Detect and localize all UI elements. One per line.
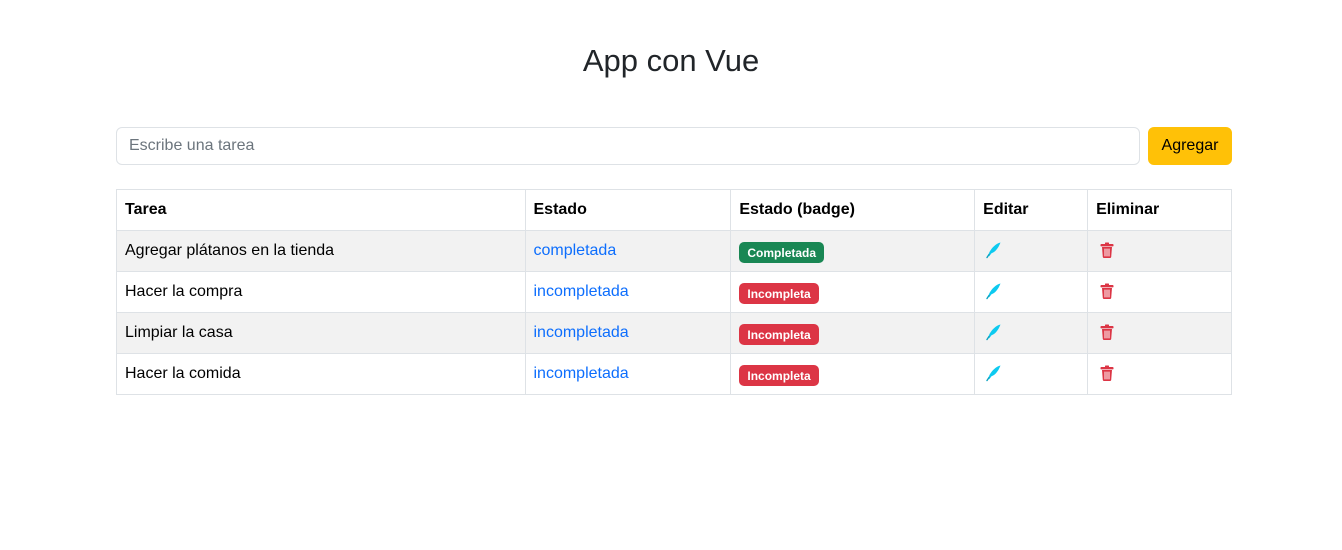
add-task-form: Agregar [116,127,1232,165]
feather-pen-icon[interactable] [984,322,1004,342]
table-row: Agregar plátanos en la tienda completada… [116,230,1232,272]
table-row: Limpiar la casa incompletada Incompleta [116,312,1232,354]
add-task-button[interactable]: Agregar [1148,127,1232,165]
task-name: Hacer la comida [116,353,526,395]
trash-icon[interactable] [1097,363,1117,383]
status-toggle-link[interactable]: incompletada [534,283,629,300]
task-name: Limpiar la casa [116,312,526,354]
header-tarea: Tarea [116,189,526,231]
task-input[interactable] [116,127,1140,165]
header-eliminar: Eliminar [1087,189,1232,231]
page-title: App con Vue [582,43,760,78]
table-header-row: Tarea Estado Estado (badge) Editar Elimi… [116,189,1232,231]
status-toggle-link[interactable]: incompletada [534,324,629,341]
feather-pen-icon[interactable] [984,281,1004,301]
feather-pen-icon[interactable] [984,240,1004,260]
header-estado: Estado [524,189,732,231]
task-name: Agregar plátanos en la tienda [116,230,526,272]
trash-icon[interactable] [1097,322,1117,342]
feather-pen-icon[interactable] [984,363,1004,383]
status-badge: Incompleta [739,323,819,345]
header-estado-badge: Estado (badge) [730,189,976,231]
status-toggle-link[interactable]: incompletada [534,365,629,382]
trash-icon[interactable] [1097,281,1117,301]
header-editar: Editar [974,189,1089,231]
tasks-table: Tarea Estado Estado (badge) Editar Elimi… [116,189,1232,395]
status-toggle-link[interactable]: completada [534,242,617,259]
task-name: Hacer la compra [116,271,526,313]
status-badge: Incompleta [739,364,819,386]
status-badge: Incompleta [739,282,819,304]
trash-icon[interactable] [1097,240,1117,260]
status-badge: Completada [739,241,825,263]
table-row: Hacer la compra incompletada Incompleta [116,271,1232,313]
table-row: Hacer la comida incompletada Incompleta [116,353,1232,395]
